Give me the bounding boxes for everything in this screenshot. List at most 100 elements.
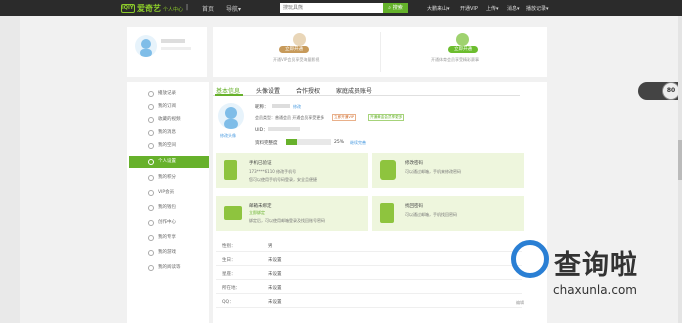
sidebar-item-label: 个人设置 <box>158 159 176 164</box>
vip-link[interactable]: 开通VIP <box>460 5 478 12</box>
sidebar-item-label: 播放记录 <box>158 91 176 96</box>
logo-text: 爱奇艺 <box>137 4 161 13</box>
sidebar-item-label: VIP会员 <box>158 190 175 195</box>
exclusive-icon <box>148 235 154 241</box>
tab-authorization[interactable]: 合作授权 <box>296 86 320 95</box>
top-navbar: iQIYI爱奇艺个人中心 | 首页 导航▾ ⌕ 搜索 大鹏来山▾ 开通VIP 上… <box>0 0 682 16</box>
sidebar-item-space[interactable]: 我的空间 <box>129 140 209 152</box>
uid-blurred <box>268 127 300 131</box>
table-row: 性别： 男 <box>216 239 522 252</box>
vip-promo-panel: 立即开通 开通VIP会员享受海量影视 立即开通 开通体育会员享受精彩赛事 <box>213 27 547 77</box>
row-value: 未设置 <box>268 258 282 263</box>
card-line: 您可以使用手机号码登录，安全且便捷 <box>249 177 317 182</box>
messages-menu[interactable]: 消息▾ <box>507 5 520 12</box>
sidebar-item-label: 我的阅读等 <box>158 265 181 270</box>
user-avatar[interactable] <box>135 35 157 57</box>
sidebar-item-subscriptions[interactable]: 我的订阅 <box>129 101 209 113</box>
watermark-url: chaxunla.com <box>553 283 637 297</box>
user-icon <box>148 159 154 165</box>
sports-open-button[interactable]: 立即开通 <box>448 46 478 53</box>
edit-info-button[interactable]: 编辑 <box>516 300 524 306</box>
completeness-label: 资料完整度 <box>255 141 278 146</box>
site-logo[interactable]: iQIYI 爱奇艺 个人中心 <box>121 3 183 14</box>
table-row: QQ： 未设置 <box>216 295 522 308</box>
row-key: QQ： <box>222 300 234 305</box>
nav-home[interactable]: 首页 <box>202 4 214 13</box>
creator-icon <box>148 220 154 226</box>
wallet-icon <box>148 205 154 211</box>
sidebar-item-points[interactable]: 我的积分 <box>129 172 209 184</box>
card-title: 邮箱未绑定 <box>249 204 272 209</box>
row-key: 性别： <box>222 244 236 249</box>
search-button-label: 搜索 <box>392 5 403 11</box>
row-key: 生日： <box>222 258 236 263</box>
vip-icon <box>148 190 154 196</box>
completeness-bar <box>286 139 331 145</box>
subscribe-icon <box>148 104 154 110</box>
nav-sep: | <box>186 4 189 11</box>
tab-avatar[interactable]: 头像设置 <box>256 86 280 95</box>
watermark-logo-icon <box>511 240 549 278</box>
card-title[interactable]: 修改密码 <box>405 160 423 166</box>
vip-open-button[interactable]: 立即开通 <box>279 46 309 53</box>
sidebar-item-label: 我的钱包 <box>158 205 176 210</box>
row-key: 星座： <box>222 272 236 277</box>
row-key: 所在地： <box>222 286 240 291</box>
sports-icon <box>456 33 469 46</box>
sidebar-item-creator[interactable]: 创作中心 <box>129 217 209 229</box>
completeness-percent: 25% <box>334 140 345 145</box>
member-tag-gold[interactable]: 开通黄金会员享更多 <box>368 114 405 121</box>
user-meta-blurred <box>161 47 191 50</box>
sidebar-item-history[interactable]: 播放记录 <box>129 88 209 100</box>
edit-nickname-link[interactable]: 修改 <box>293 104 301 110</box>
sports-desc: 开通体育会员享受精彩赛事 <box>431 57 479 62</box>
sidebar-item-reading[interactable]: 我的阅读等 <box>129 262 209 274</box>
sidebar-item-label: 我的空间 <box>158 143 176 148</box>
history-icon <box>148 91 154 97</box>
history-menu[interactable]: 播放记录▾ <box>526 5 549 12</box>
sidebar-item-label: 收藏的视频 <box>158 117 181 122</box>
key-icon <box>380 203 394 223</box>
search-input[interactable] <box>280 3 383 13</box>
scrollbar-thumb[interactable] <box>678 140 682 180</box>
sidebar-item-settings[interactable]: 个人设置 <box>129 156 209 168</box>
user-menu[interactable]: 大鹏来山▾ <box>427 5 450 12</box>
card-line[interactable]: 173****6110 修改手机号 <box>249 169 296 175</box>
member-tag-vip[interactable]: 立即开通VIP <box>332 114 357 121</box>
completeness-fill <box>286 139 298 145</box>
nickname-blurred <box>272 104 290 108</box>
search-button[interactable]: ⌕ 搜索 <box>383 3 408 13</box>
uid-label: UID： <box>255 128 268 133</box>
continue-link[interactable]: 继续完善 <box>350 140 366 146</box>
table-row: 星座： 未设置 <box>216 267 522 280</box>
profile-card <box>127 27 207 77</box>
sidebar-item-exclusive[interactable]: 我的专享 <box>129 232 209 244</box>
tab-divider <box>213 95 520 96</box>
table-row: 所在地： 未设置 <box>216 281 522 294</box>
nav-menu[interactable]: 导航▾ <box>226 4 241 13</box>
profile-avatar-large[interactable] <box>218 103 244 129</box>
sidebar-item-games[interactable]: 我的游戏 <box>129 247 209 259</box>
tab-family[interactable]: 家庭成员账号 <box>336 86 372 95</box>
home-icon <box>148 143 154 149</box>
sidebar-item-label: 我的积分 <box>158 175 176 180</box>
logo-badge: iQIYI <box>121 4 136 13</box>
sidebar-item-label: 创作中心 <box>158 220 176 225</box>
upload-menu[interactable]: 上传▾ <box>486 5 499 12</box>
star-icon <box>148 117 154 123</box>
sidebar-item-label: 我的消息 <box>158 130 176 135</box>
email-card: 邮箱未绑定 立即绑定 绑定后，可以使用邮箱登录及找回账号密码 <box>216 196 368 231</box>
row-value: 未设置 <box>268 300 282 305</box>
bind-email-link[interactable]: 立即绑定 <box>249 210 265 216</box>
sidebar-item-vip[interactable]: VIP会员 <box>129 187 209 199</box>
sidebar-item-favorites[interactable]: 收藏的视频 <box>129 114 209 126</box>
book-icon <box>148 265 154 271</box>
sidebar-item-wallet[interactable]: 我的钱包 <box>129 202 209 214</box>
card-title[interactable]: 找回密码 <box>405 203 423 209</box>
game-icon <box>148 250 154 256</box>
member-type: 会员类型：普通会员 开通会员享受更多 <box>255 115 325 120</box>
change-avatar-link[interactable]: 修改头像 <box>220 133 236 139</box>
left-margin <box>0 16 20 323</box>
sidebar-item-messages[interactable]: 我的消息 <box>129 127 209 139</box>
row-value: 未设置 <box>268 286 282 291</box>
